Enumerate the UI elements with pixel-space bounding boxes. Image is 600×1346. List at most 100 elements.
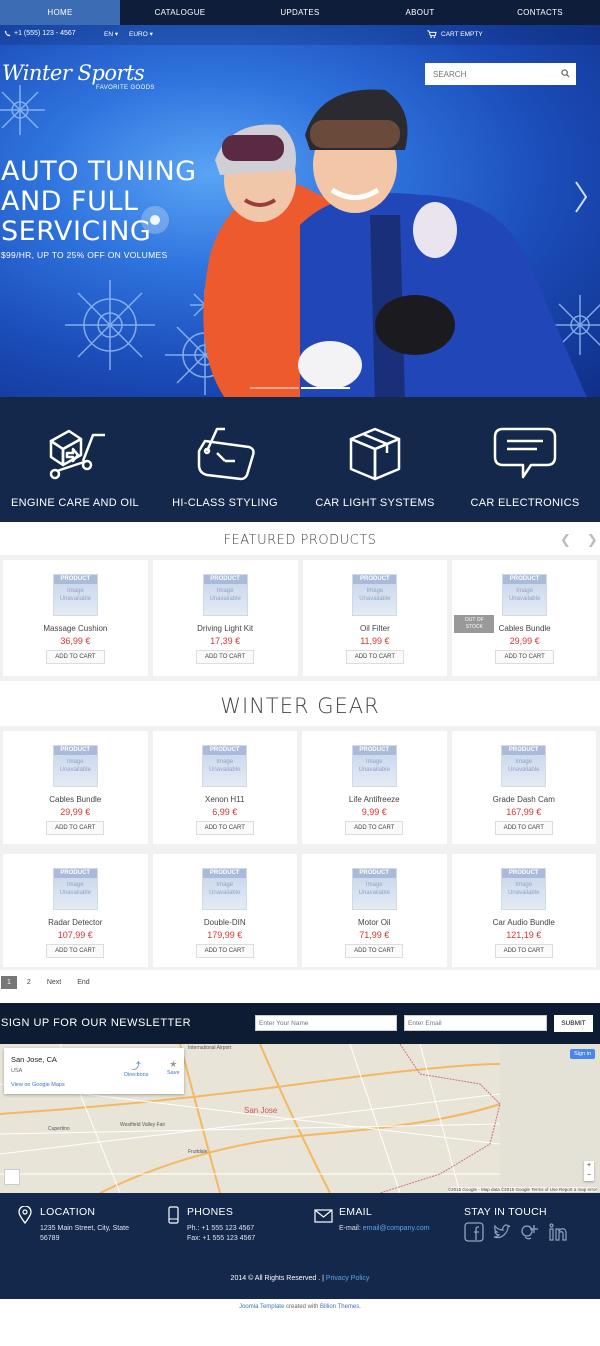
view-on-google-maps-link[interactable]: View on Google Maps <box>11 1082 65 1088</box>
map-signin-button[interactable]: Sign in <box>570 1049 595 1059</box>
page-next[interactable]: Next <box>41 976 67 989</box>
slider-dot-active[interactable] <box>301 387 350 389</box>
product-card[interactable]: PRODUCT Image Unavailable Motor Oil 71,99 € A… <box>302 854 447 967</box>
service-styling[interactable]: HI-CLASS STYLING <box>150 397 300 522</box>
nav-contacts[interactable]: CONTACTS <box>480 0 600 25</box>
add-to-cart-button[interactable]: ADD TO CART <box>345 650 405 664</box>
add-to-cart-button[interactable]: ADD TO CART <box>494 821 553 835</box>
product-image-placeholder[interactable]: PRODUCT Image Unavailable <box>502 574 548 616</box>
newsletter-email-input[interactable] <box>404 1015 547 1031</box>
product-card[interactable]: PRODUCT Image Unavailable Driving Light Kit… <box>152 560 298 676</box>
linkedin-icon[interactable] <box>548 1222 568 1242</box>
product-name[interactable]: Xenon H11 <box>205 795 244 804</box>
product-image-placeholder[interactable]: PRODUCT Image Unavailable <box>52 868 98 910</box>
product-name[interactable]: Oil Filter <box>360 624 390 633</box>
product-name[interactable]: Radar Detector <box>48 918 102 927</box>
product-image-placeholder[interactable]: PRODUCT Image Unavailable <box>202 745 248 787</box>
privacy-policy-link[interactable]: Privacy Policy <box>326 1275 370 1282</box>
slider-next-arrow-icon[interactable] <box>573 180 589 214</box>
product-card[interactable]: PRODUCT Image Unavailable Grade Dash Cam 167… <box>451 731 596 844</box>
placeholder-line: Unavailable <box>59 890 91 896</box>
product-image-placeholder[interactable]: PRODUCT Image Unavailable <box>52 574 98 616</box>
product-card[interactable]: PRODUCT Image Unavailable Car Audio Bundle 1… <box>451 854 596 967</box>
add-to-cart-button[interactable]: ADD TO CART <box>345 944 404 958</box>
page-end[interactable]: End <box>71 976 95 989</box>
product-image-placeholder[interactable]: PRODUCT Image Unavailable <box>202 574 248 616</box>
add-to-cart-button[interactable]: ADD TO CART <box>495 650 554 664</box>
add-to-cart-button[interactable]: ADD TO CART <box>345 821 404 835</box>
nav-updates[interactable]: UPDATES <box>240 0 360 25</box>
zoom-in-icon[interactable]: + <box>584 1161 594 1171</box>
placeholder-top: PRODUCT <box>53 746 97 755</box>
product-card[interactable]: PRODUCT Image Unavailable Radar Detector 107… <box>3 854 148 967</box>
product-image-placeholder[interactable]: PRODUCT Image Unavailable <box>352 574 398 616</box>
product-name[interactable]: Grade Dash Cam <box>493 795 555 804</box>
product-card[interactable]: PRODUCT Image Unavailable Oil Filter 11,99 €… <box>302 560 448 676</box>
product-name[interactable]: Cables Bundle <box>49 795 101 804</box>
site-logo[interactable]: Winter Sports FAVORITE GOODS <box>2 61 154 91</box>
product-name[interactable]: Driving Light Kit <box>197 624 253 633</box>
page-1[interactable]: 1 <box>1 976 17 989</box>
add-to-cart-button[interactable]: ADD TO CART <box>46 944 105 958</box>
product-image-placeholder[interactable]: PRODUCT Image Unavailable <box>501 868 547 910</box>
twitter-icon[interactable] <box>492 1222 512 1242</box>
add-to-cart-button[interactable]: ADD TO CART <box>195 821 254 835</box>
service-electronics[interactable]: CAR ELECTRONICS <box>450 397 600 522</box>
newsletter-name-input[interactable] <box>255 1015 397 1031</box>
search-icon[interactable] <box>561 69 570 78</box>
facebook-icon[interactable] <box>464 1222 484 1242</box>
currency-select[interactable]: EURO ▾ <box>129 30 153 38</box>
product-name[interactable]: Cables Bundle <box>499 624 551 633</box>
product-name[interactable]: Life Antifreeze <box>349 795 400 804</box>
slide-title: AUTO TUNING AND FULL SERVICING <box>1 157 197 247</box>
save-button[interactable]: ★ Save <box>167 1059 180 1076</box>
product-name[interactable]: Massage Cushion <box>43 624 107 633</box>
phone-number: +1 (555) 123 - 4567 <box>14 30 76 37</box>
add-to-cart-button[interactable]: ADD TO CART <box>46 650 105 664</box>
nav-home[interactable]: HOME <box>0 0 120 25</box>
billion-themes-link[interactable]: Billion Themes. <box>320 1304 361 1310</box>
joomla-template-link[interactable]: Joomla Template <box>239 1304 284 1310</box>
product-card[interactable]: PRODUCT Image Unavailable Life Antifreeze 9,… <box>302 731 447 844</box>
footer-fax-line: Fax: +1 555 123 4567 <box>187 1235 256 1242</box>
slider-dot[interactable] <box>250 387 299 389</box>
add-to-cart-button[interactable]: ADD TO CART <box>46 821 105 835</box>
add-to-cart-button[interactable]: ADD TO CART <box>195 944 254 958</box>
search-input[interactable] <box>425 63 549 85</box>
chevron-right-icon[interactable]: ❯ <box>587 532 598 548</box>
product-card[interactable]: PRODUCT Image Unavailable Cables Bundle 29,9… <box>3 731 148 844</box>
product-image-placeholder[interactable]: PRODUCT Image Unavailable <box>501 745 547 787</box>
nav-catalogue[interactable]: CATALOGUE <box>120 0 240 25</box>
clock-tag-icon <box>197 427 255 481</box>
map-zoom-control[interactable]: + − <box>584 1161 594 1181</box>
google-map[interactable]: San Jose Cupertino Westfield Valley Fair… <box>0 1044 600 1193</box>
google-plus-icon[interactable] <box>520 1222 540 1242</box>
language-select[interactable]: EN ▾ <box>104 30 118 38</box>
product-price: 11,99 € <box>360 636 390 646</box>
product-image-placeholder[interactable]: PRODUCT Image Unavailable <box>52 745 98 787</box>
service-engine-care[interactable]: ENGINE CARE AND OIL <box>0 397 150 522</box>
product-image-placeholder[interactable]: PRODUCT Image Unavailable <box>351 745 397 787</box>
product-card[interactable]: PRODUCT Image Unavailable Cables Bundle 29,9… <box>452 560 597 676</box>
zoom-out-icon[interactable]: − <box>584 1171 594 1181</box>
footer-email-link[interactable]: email@company.com <box>363 1225 430 1232</box>
product-name[interactable]: Car Audio Bundle <box>493 918 555 927</box>
directions-button[interactable]: ⤴ Directions <box>124 1061 148 1078</box>
product-name[interactable]: Double-DIN <box>204 918 246 927</box>
service-light-systems[interactable]: CAR LIGHT SYSTEMS <box>300 397 450 522</box>
nav-about[interactable]: ABOUT <box>360 0 480 25</box>
product-card[interactable]: PRODUCT Image Unavailable Xenon H11 6,99 € AD… <box>152 731 297 844</box>
product-image-placeholder[interactable]: PRODUCT Image Unavailable <box>351 868 397 910</box>
placeholder-line: Image <box>515 759 533 765</box>
add-to-cart-button[interactable]: ADD TO CART <box>195 650 255 664</box>
street-view-icon[interactable] <box>4 1169 20 1185</box>
product-card[interactable]: PRODUCT Image Unavailable Massage Cushion 36… <box>3 560 148 676</box>
newsletter-submit-button[interactable]: SUBMIT <box>554 1015 593 1032</box>
product-card[interactable]: PRODUCT Image Unavailable Double-DIN 179,99 … <box>152 854 297 967</box>
page-2[interactable]: 2 <box>21 976 37 989</box>
add-to-cart-button[interactable]: ADD TO CART <box>494 944 553 958</box>
product-name[interactable]: Motor Oil <box>358 918 390 927</box>
cart-link[interactable]: CART EMPTY <box>427 30 483 38</box>
product-image-placeholder[interactable]: PRODUCT Image Unavailable <box>202 868 248 910</box>
chevron-left-icon[interactable]: ❮ <box>560 532 571 548</box>
